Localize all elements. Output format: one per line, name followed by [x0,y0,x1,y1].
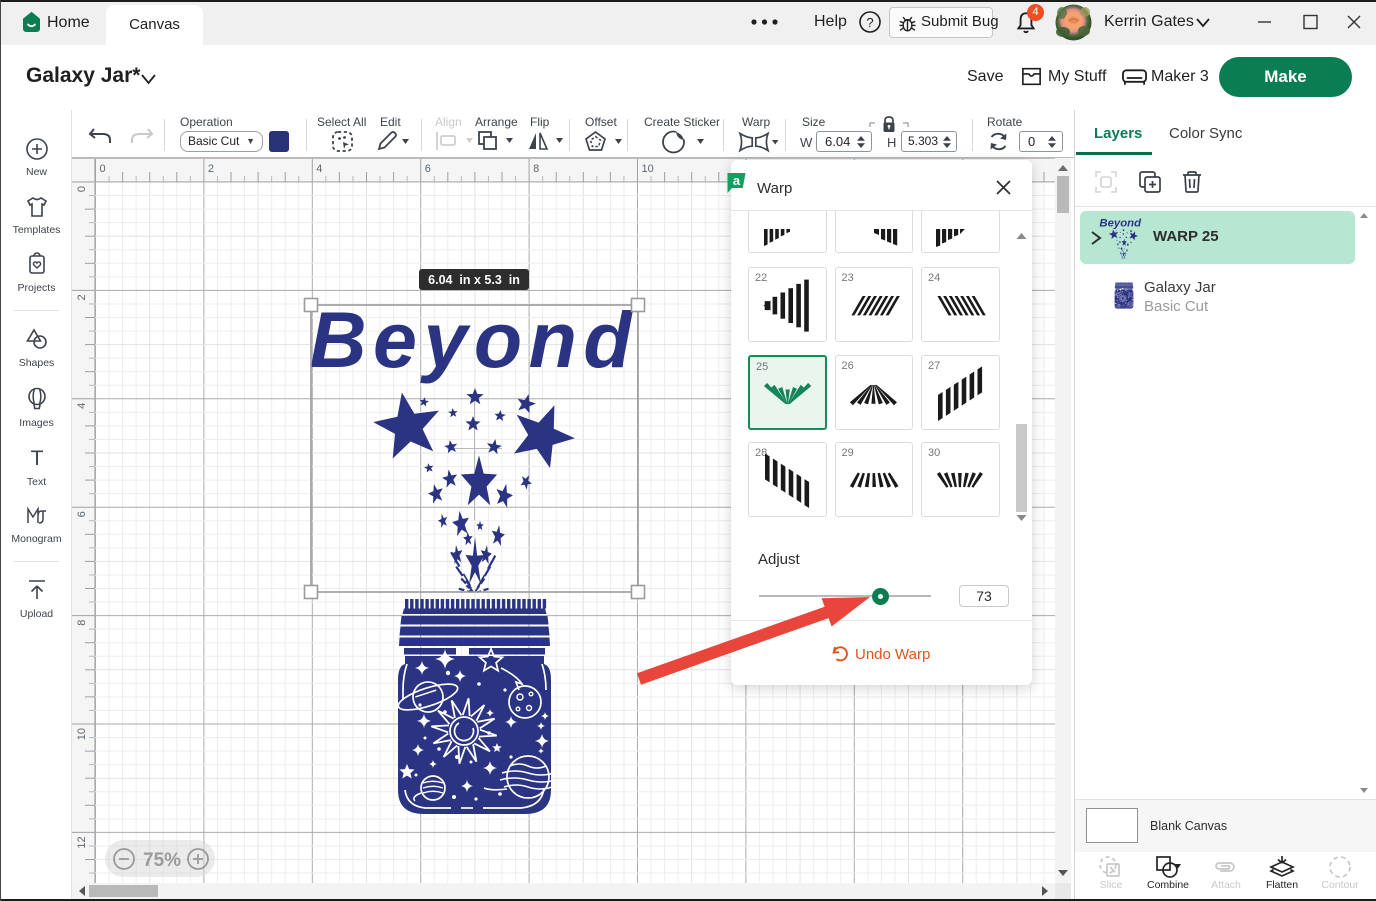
svg-text:Beyond: Beyond [310,295,639,384]
svg-text:75%: 75% [143,850,181,871]
svg-text:a: a [733,173,741,188]
svg-text:Beyond: Beyond [1099,217,1142,229]
svg-text:6.04 in x 5.3 in: 6.04 in x 5.3 in [428,273,520,287]
